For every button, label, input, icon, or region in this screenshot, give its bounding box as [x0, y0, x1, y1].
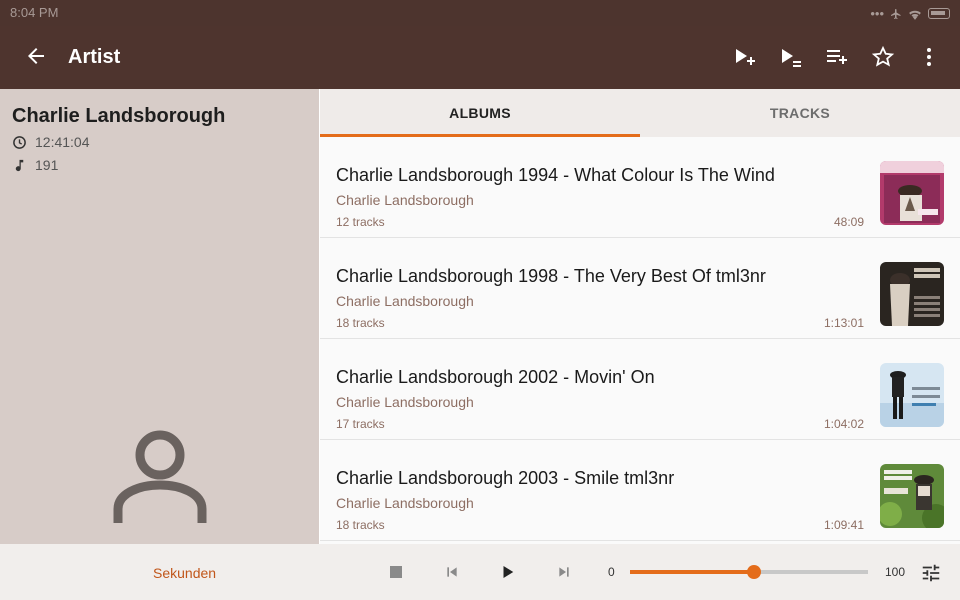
play-icon — [503, 566, 514, 578]
artist-duration: 12:41:04 — [35, 134, 90, 150]
play-add-icon — [736, 49, 755, 65]
seek-slider[interactable] — [630, 565, 868, 579]
album-item[interactable]: Charlie Landsborough 1998 - The Very Bes… — [320, 238, 960, 339]
wifi-icon — [909, 10, 921, 20]
player-bar: Sekunden 0 100 — [0, 544, 960, 600]
play-next-button[interactable] — [732, 44, 758, 70]
album-track-count: 18 tracks — [336, 316, 385, 330]
battery-icon — [928, 8, 950, 19]
album-duration: 1:04:02 — [823, 417, 864, 431]
clock-icon — [13, 135, 26, 149]
status-icons: ••• — [870, 6, 950, 21]
seek-max-label: 100 — [885, 565, 906, 579]
equalizer-button[interactable] — [920, 562, 942, 584]
album-track-count: 12 tracks — [336, 215, 385, 229]
star-outline-icon — [871, 45, 895, 67]
album-title: Charlie Landsborough 1998 - The Very Bes… — [336, 266, 766, 286]
album-cover — [880, 464, 944, 528]
play-button[interactable] — [498, 562, 518, 582]
artist-track-count: 191 — [35, 157, 59, 173]
queue-add-icon — [827, 50, 847, 64]
album-track-count: 17 tracks — [336, 417, 385, 431]
album-duration: 48:09 — [833, 215, 864, 229]
album-duration: 1:09:41 — [823, 518, 864, 532]
album-artist: Charlie Landsborough — [336, 394, 474, 410]
back-button[interactable] — [24, 44, 48, 68]
music-note-icon — [15, 159, 24, 171]
favorite-button[interactable] — [870, 44, 896, 70]
play-list-icon — [782, 49, 801, 67]
album-cover — [880, 363, 944, 427]
skip-previous-icon — [447, 567, 457, 577]
tab-bar: ALBUMS TRACKS — [320, 89, 960, 137]
artist-name: Charlie Landsborough — [12, 105, 226, 127]
status-time: 8:04 PM — [10, 5, 59, 20]
stop-button[interactable] — [386, 562, 406, 582]
artist-tracks-row: 191 — [12, 157, 58, 173]
overflow-menu-button[interactable] — [916, 44, 942, 70]
appbar-actions — [732, 44, 942, 70]
tab-albums[interactable]: ALBUMS — [320, 89, 640, 137]
artist-info-panel: Charlie Landsborough 12:41:04 191 — [0, 89, 319, 544]
page-title: Artist — [68, 46, 121, 68]
play-all-button[interactable] — [778, 44, 804, 70]
album-artist: Charlie Landsborough — [336, 293, 474, 309]
next-button[interactable] — [554, 562, 574, 582]
airplane-icon — [891, 8, 901, 19]
status-dots: ••• — [870, 6, 884, 21]
album-item[interactable]: Charlie Landsborough 1994 - What Colour … — [320, 137, 960, 238]
stop-icon — [390, 566, 402, 578]
tab-tracks[interactable]: TRACKS — [640, 89, 960, 137]
seek-min-label: 0 — [608, 565, 615, 579]
album-title: Charlie Landsborough 2002 - Movin' On — [336, 367, 655, 387]
arrow-back-icon — [28, 48, 44, 64]
album-cover — [880, 262, 944, 326]
album-item[interactable]: Charlie Landsborough 2002 - Movin' On Ch… — [320, 339, 960, 440]
album-track-count: 18 tracks — [336, 518, 385, 532]
more-vert-icon — [927, 48, 931, 66]
album-title: Charlie Landsborough 2003 - Smile tml3nr — [336, 468, 675, 488]
album-list: Charlie Landsborough 1994 - What Colour … — [320, 137, 960, 544]
app-bar: Artist — [0, 26, 960, 89]
add-to-queue-button[interactable] — [824, 44, 850, 70]
seek-fill — [630, 570, 754, 574]
album-cover — [880, 161, 944, 225]
album-artist: Charlie Landsborough — [336, 192, 474, 208]
artist-duration-row: 12:41:04 — [12, 134, 90, 150]
album-item[interactable]: Charlie Landsborough 2003 - Smile tml3nr… — [320, 440, 960, 541]
sleep-timer-label[interactable]: Sekunden — [153, 565, 216, 581]
album-duration: 1:13:01 — [823, 316, 864, 330]
status-bar: 8:04 PM ••• — [0, 0, 960, 26]
skip-next-icon — [559, 567, 569, 577]
album-artist: Charlie Landsborough — [336, 495, 474, 511]
seek-thumb[interactable] — [746, 565, 761, 579]
album-title: Charlie Landsborough 1994 - What Colour … — [336, 165, 775, 185]
person-placeholder-icon — [113, 430, 207, 523]
previous-button[interactable] — [442, 562, 462, 582]
tune-icon — [922, 564, 940, 582]
